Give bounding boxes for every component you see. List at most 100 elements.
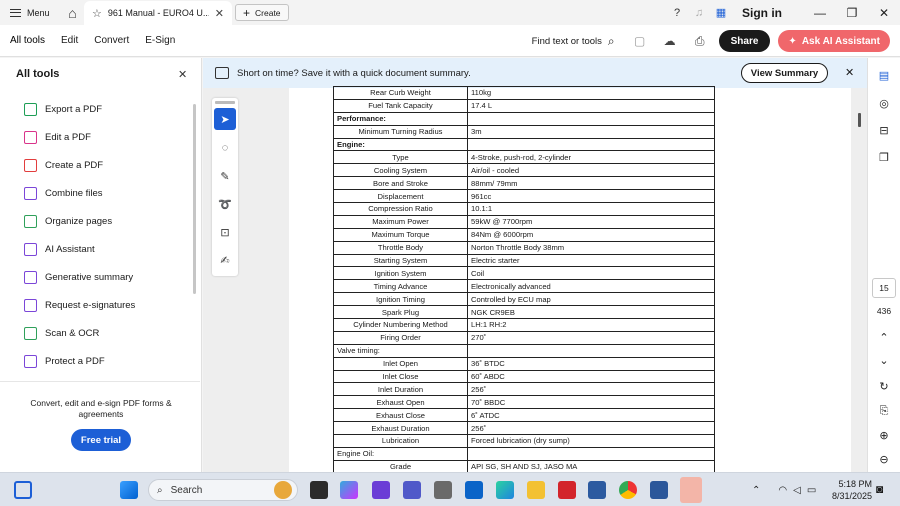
current-page-input[interactable]: 15	[872, 278, 896, 298]
spec-value: API SG, SH AND SJ, JASO MA	[467, 459, 715, 472]
menu-esign[interactable]: E-Sign	[137, 25, 183, 57]
tool-item[interactable]: Generative summary	[24, 269, 133, 285]
windows-taskbar: ⌕ Search ⌃ ◠ ◁ ▭ 5:18 PM 8/31/2025 ◙	[0, 472, 900, 506]
close-panel-icon[interactable]: ✕	[178, 68, 187, 81]
extract-page-icon[interactable]: ⎘	[875, 402, 893, 420]
close-window-button[interactable]: ✕	[868, 0, 900, 25]
document-area: Short on time? Save it with a quick docu…	[203, 58, 867, 472]
apps-icon[interactable]: ▦	[710, 0, 732, 25]
tool-item[interactable]: Edit a PDF	[24, 129, 91, 145]
photos-app-icon[interactable]	[372, 481, 390, 499]
table-row: Starting System Electric starter	[333, 253, 715, 268]
chevron-up-icon[interactable]: ⌃	[875, 328, 893, 346]
tool-item[interactable]: Create a PDF	[24, 157, 103, 173]
notification-icon[interactable]: ◙	[876, 482, 883, 496]
maximize-button[interactable]: ❐	[836, 0, 868, 25]
document-scrollbar[interactable]	[858, 113, 861, 127]
file-explorer-icon[interactable]	[527, 481, 545, 499]
rotate-icon[interactable]: ↻	[875, 377, 893, 395]
table-row: Maximum Power 59kW @ 7700rpm	[333, 214, 715, 229]
save-icon[interactable]: ▢	[629, 30, 651, 52]
print-icon[interactable]: ⎙	[689, 30, 711, 52]
document-tab[interactable]: ☆ 961 Manual - EURO4 U... ✕	[84, 1, 232, 25]
highlight-pen-icon[interactable]: ✎	[214, 165, 236, 187]
close-banner-icon[interactable]: ✕	[845, 66, 854, 79]
create-button[interactable]: + Create	[235, 4, 289, 21]
menu-button[interactable]: Menu	[0, 0, 60, 25]
drag-handle[interactable]	[215, 101, 235, 104]
table-row: Inlet Duration 256˚	[333, 382, 715, 397]
fill-sign-icon[interactable]: ✍	[214, 249, 236, 271]
upload-cloud-icon[interactable]: ☁	[659, 30, 681, 52]
panel-scrollbar[interactable]	[193, 104, 196, 294]
text-recognition-icon[interactable]: ⊡	[214, 221, 236, 243]
chart-app-icon[interactable]	[588, 481, 606, 499]
comment-panel-icon[interactable]: ◎	[875, 94, 893, 112]
spec-key: Ignition System	[333, 266, 468, 281]
zoom-out-icon[interactable]: ⊖	[875, 450, 893, 468]
system-tray: ⌃ ◠ ◁ ▭	[752, 479, 816, 501]
chrome-icon[interactable]	[619, 481, 637, 499]
home-icon[interactable]: ⌂	[60, 0, 86, 25]
right-rail: ▤ ◎ ⊟ ❐ 15 436 ⌃ ⌄ ↻ ⎘ ⊕ ⊖	[867, 58, 900, 472]
empty-cell	[467, 343, 715, 358]
widgets-icon[interactable]	[14, 481, 32, 499]
teams-icon[interactable]	[403, 481, 421, 499]
firefox-icon[interactable]	[680, 477, 702, 503]
bell-icon[interactable]: ♫	[688, 0, 710, 25]
bookmark-icon[interactable]: ⊟	[875, 121, 893, 139]
draw-lasso-icon[interactable]: ➰	[214, 193, 236, 215]
tool-icon	[24, 298, 37, 312]
comment-icon[interactable]: ◌	[214, 137, 236, 159]
view-summary-button[interactable]: View Summary	[741, 63, 828, 83]
ask-ai-button[interactable]: ✦ Ask AI Assistant	[778, 30, 890, 52]
start-icon[interactable]	[120, 481, 138, 499]
close-tab-icon[interactable]: ✕	[215, 7, 224, 20]
find-tools[interactable]: Find text or tools ⌕	[532, 34, 615, 49]
volume-icon[interactable]: ◁	[793, 485, 801, 496]
zoom-in-icon[interactable]: ⊕	[875, 426, 893, 444]
task-view-icon[interactable]	[310, 481, 328, 499]
menu-edit[interactable]: Edit	[53, 25, 86, 57]
copilot-icon[interactable]	[340, 481, 358, 499]
spec-value: 256˚	[467, 382, 715, 397]
sign-in-button[interactable]: Sign in	[732, 6, 804, 20]
help-icon[interactable]: ?	[666, 0, 688, 25]
tool-label: Generative summary	[45, 271, 134, 283]
pages-icon[interactable]: ❐	[875, 148, 893, 166]
chevron-down-icon[interactable]: ⌄	[875, 351, 893, 369]
word-icon[interactable]	[650, 481, 668, 499]
chevron-up-icon[interactable]: ⌃	[752, 485, 760, 496]
ai-summary-icon[interactable]: ▤	[875, 66, 893, 84]
free-trial-button[interactable]: Free trial	[71, 429, 131, 451]
tool-item[interactable]: AI Assistant	[24, 241, 95, 257]
panel-title: All tools	[16, 68, 60, 80]
spec-value: Electric starter	[467, 253, 715, 268]
share-button[interactable]: Share	[718, 30, 771, 52]
tool-item[interactable]: Combine files	[24, 185, 103, 201]
select-cursor-icon[interactable]: ➤	[214, 108, 236, 130]
minimize-button[interactable]: —	[804, 0, 836, 25]
menu-all-tools[interactable]: All tools	[0, 25, 53, 57]
tool-item[interactable]: Export a PDF	[24, 101, 102, 117]
section-header: Valve timing:	[333, 343, 468, 358]
table-row: Lubrication Forced lubrication (dry sump)	[333, 434, 715, 448]
tool-icon	[24, 354, 37, 368]
tool-item[interactable]: Protect a PDF	[24, 353, 105, 369]
tool-item[interactable]: Organize pages	[24, 213, 112, 229]
wifi-icon[interactable]: ◠	[778, 485, 787, 496]
tool-item[interactable]: Scan & OCR	[24, 325, 99, 341]
calculator-icon[interactable]	[434, 481, 452, 499]
acrobat-icon[interactable]	[558, 481, 576, 499]
spec-value: Norton Throttle Body 38mm	[467, 240, 715, 255]
outlook-icon[interactable]	[465, 481, 483, 499]
tool-icon	[24, 214, 37, 228]
tool-item[interactable]: Request e-signatures	[24, 297, 135, 313]
clock[interactable]: 5:18 PM 8/31/2025	[826, 478, 872, 502]
battery-icon[interactable]: ▭	[807, 485, 816, 496]
edge-icon[interactable]	[496, 481, 514, 499]
spec-value: Controlled by ECU map	[467, 292, 715, 307]
star-icon[interactable]: ☆	[92, 7, 102, 20]
menu-convert[interactable]: Convert	[86, 25, 137, 57]
spec-value: Coil	[467, 266, 715, 281]
